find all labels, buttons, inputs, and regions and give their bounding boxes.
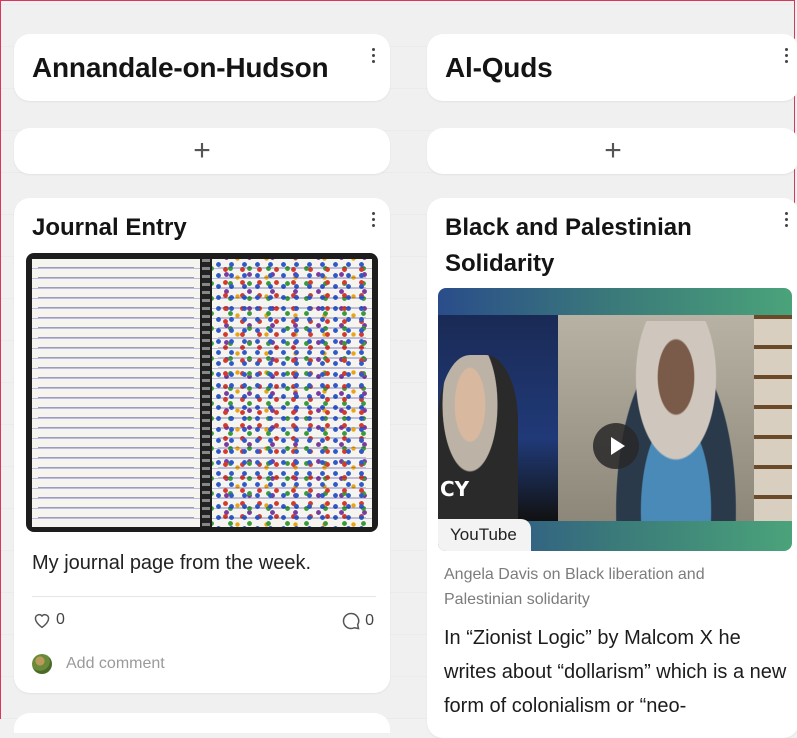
column-title: Al-Quds: [445, 52, 553, 83]
add-comment-field[interactable]: Add comment: [32, 654, 165, 674]
divider: [32, 596, 376, 597]
plus-icon: +: [604, 134, 622, 167]
play-icon[interactable]: [593, 423, 639, 469]
heart-icon: [34, 613, 50, 629]
post-body: In “Zionist Logic” by Malcom X he writes…: [444, 627, 787, 717]
comment-count: 0: [365, 612, 374, 629]
post-card-journal[interactable]: Journal Entry My journal page from the w…: [14, 198, 390, 693]
person-speaker: [606, 321, 746, 521]
post-title: Journal Entry: [32, 214, 187, 241]
kebab-menu-icon[interactable]: [785, 212, 789, 227]
link-description: Angela Davis on Black liberation and Pal…: [444, 566, 705, 608]
kebab-menu-icon[interactable]: [372, 212, 376, 227]
avatar: [32, 654, 52, 674]
add-comment-placeholder: Add comment: [66, 655, 165, 672]
journal-left-page: [32, 259, 200, 527]
video-embed[interactable]: CY YouTube: [438, 288, 792, 551]
add-post-button[interactable]: +: [14, 128, 390, 174]
post-caption: My journal page from the week.: [32, 552, 312, 574]
column-header: Annandale-on-Hudson: [14, 34, 390, 101]
board-frame: Annandale-on-Hudson + Journal Entry My j…: [0, 0, 797, 738]
kebab-menu-icon[interactable]: [785, 48, 789, 63]
next-card-peek: [14, 713, 390, 733]
column-header: Al-Quds: [427, 34, 797, 101]
comment-button[interactable]: 0: [341, 611, 374, 631]
post-card-video[interactable]: Black and Palestinian Solidarity CY YouT…: [427, 198, 797, 738]
post-title: Black and Palestinian Solidarity: [445, 214, 692, 277]
video-thumbnail: CY: [438, 315, 792, 521]
comment-bubble-icon: [342, 612, 360, 630]
journal-right-page: [212, 259, 372, 527]
notebook-spiral: [202, 259, 210, 527]
add-post-button[interactable]: +: [427, 128, 797, 174]
overlay-text: CY: [440, 477, 470, 501]
source-badge: YouTube: [438, 519, 531, 551]
column-title: Annandale-on-Hudson: [32, 52, 329, 83]
like-count: 0: [56, 611, 65, 628]
kebab-menu-icon[interactable]: [372, 48, 376, 63]
journal-photo[interactable]: [26, 253, 378, 532]
like-button[interactable]: 0: [32, 611, 65, 629]
plus-icon: +: [193, 134, 211, 167]
